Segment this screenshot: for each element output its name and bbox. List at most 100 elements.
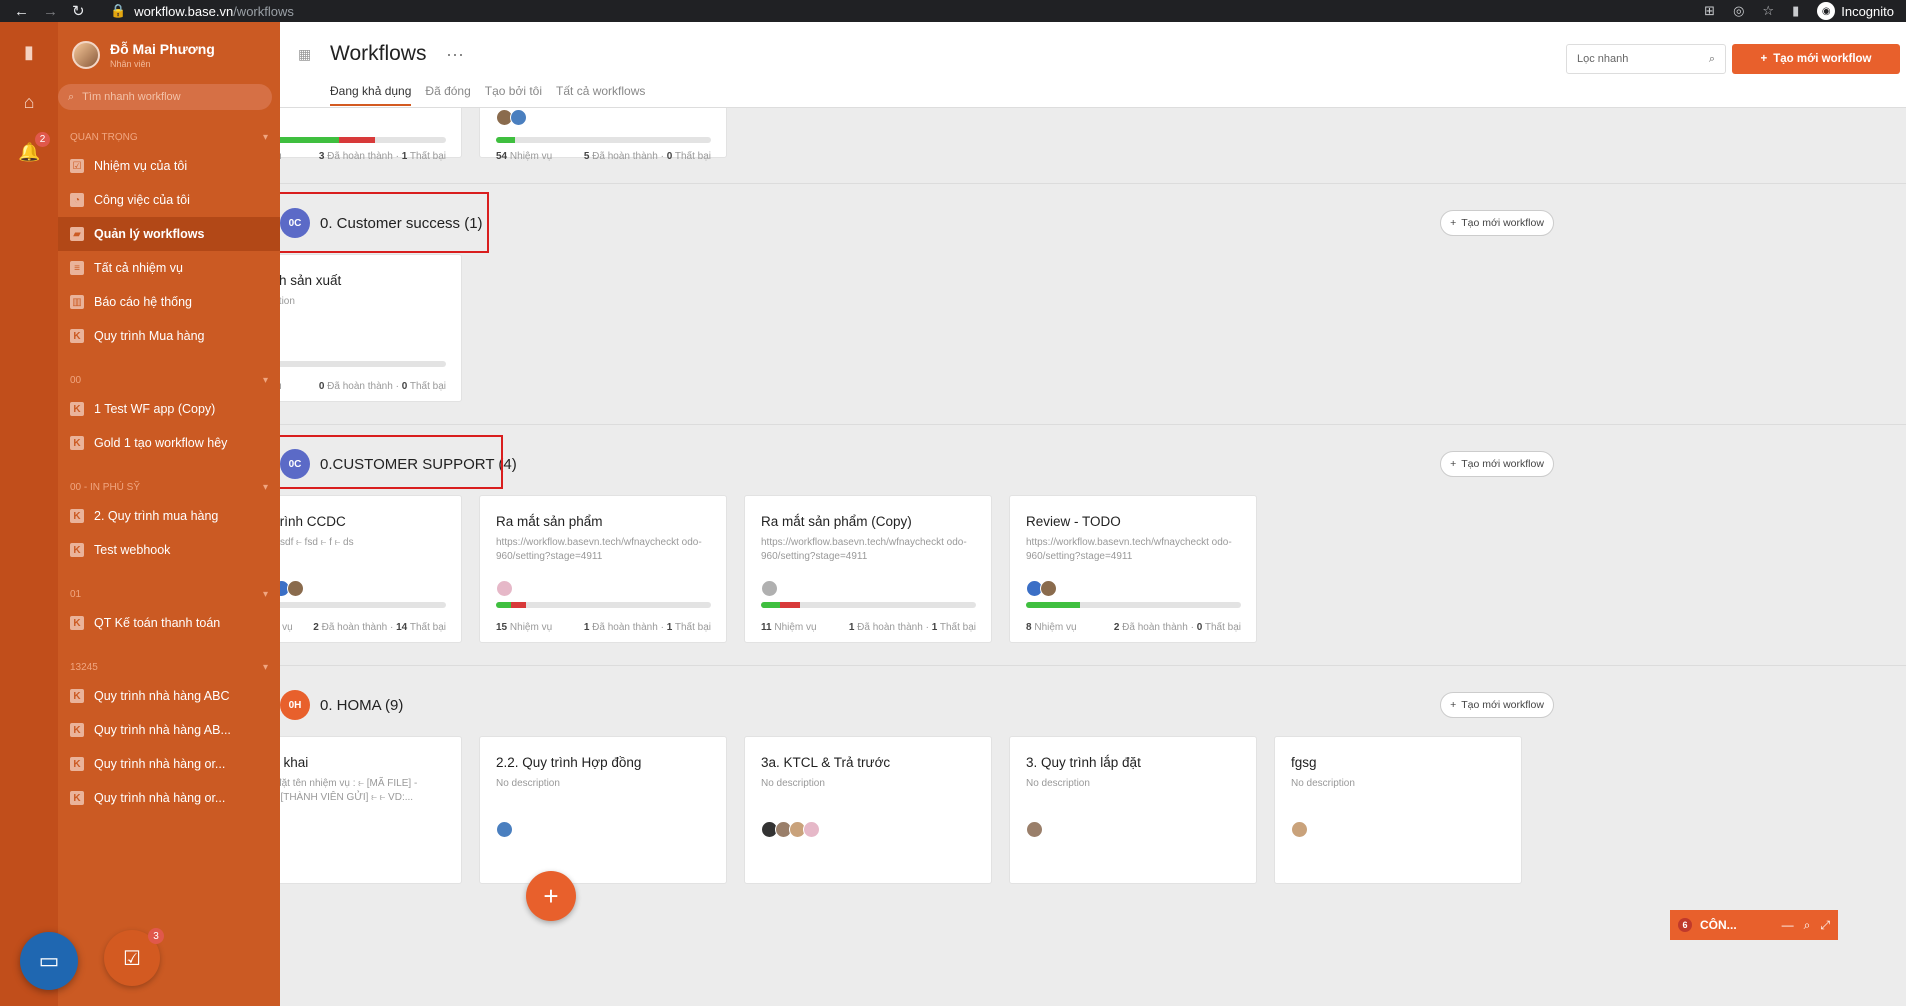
home-icon[interactable]: ⌂ — [18, 92, 40, 114]
sidebar-item[interactable]: K QT Kế toán thanh toán — [58, 606, 280, 640]
done-failed-count: 3 Đã hoàn thành · 1 Thất bại — [318, 151, 446, 162]
member-avatar — [287, 580, 304, 597]
sidebar-item[interactable]: K Quy trình nhà hàng AB... — [58, 713, 280, 747]
workflow-card-description: No description — [761, 778, 825, 789]
task-count: 54 Nhiệm vụ — [496, 151, 553, 162]
workflow-card[interactable]: 3a. KTCL & Trả trước No description — [744, 736, 992, 884]
plus-icon: + — [1760, 53, 1768, 65]
chat-button[interactable]: ▭ — [20, 932, 78, 990]
incognito-profile[interactable]: ◉ Incognito — [1817, 2, 1894, 20]
workflow-card[interactable]: 2.2. Quy trình Hợp đồng No description — [479, 736, 727, 884]
section-header[interactable]: ▼0H0. HOMA (9) — [280, 690, 403, 720]
workflow-card[interactable]: Ra mắt sản phẩm (Copy) https://workflow.b… — [744, 495, 992, 643]
workflow-card[interactable]: 3. Quy trình lắp đặt No description — [1009, 736, 1257, 884]
tab-available[interactable]: Đang khả dụng — [330, 84, 412, 106]
sidebar-item[interactable]: ☑ Nhiệm vụ của tôi — [58, 149, 280, 183]
create-workflow-button[interactable]: + Tạo mới workflow — [1732, 44, 1900, 74]
sidebar-item-label: Quy trình nhà hàng or... — [94, 791, 226, 805]
member-avatars — [761, 580, 778, 597]
menu-item-icon: ☑ — [70, 159, 84, 173]
sidebar-group-header[interactable]: 13245 ▾ — [58, 640, 280, 679]
section-create-workflow-button[interactable]: + Tạo mới workflow — [1440, 451, 1554, 477]
workflow-card-description: https://workflow.basevn.tech/wfnaycheckt… — [761, 537, 967, 562]
bell-icon[interactable]: 🔔 2 — [18, 132, 50, 164]
sidebar-item[interactable]: ▰ Quản lý workflows — [58, 217, 280, 251]
apps-grid-icon[interactable]: ▦ — [298, 46, 311, 63]
sidebar-item[interactable]: ≡ Tất cả nhiệm vụ — [58, 251, 280, 285]
app-rail: ▮ ⌂ 🔔 2 — [0, 22, 58, 1006]
tab-closed[interactable]: Đã đóng — [425, 84, 470, 106]
task-list-button[interactable]: ☑ 3 — [104, 928, 164, 986]
workflow-card[interactable]: fgsg No description — [1274, 736, 1522, 884]
sidebar-group-header[interactable]: 01 ▾ — [58, 567, 280, 606]
plus-icon: + — [1450, 217, 1457, 229]
section-create-workflow-button[interactable]: + Tạo mới workflow — [1440, 692, 1554, 718]
plus-icon: + — [1450, 699, 1457, 711]
workflow-card[interactable]: A. Quy trình CCDC abc ⥼ ndsasdf ⥼ fsd ⥼ f… — [280, 495, 462, 643]
sidebar-item[interactable]: K Quy trình nhà hàng or... — [58, 747, 280, 781]
user-profile[interactable]: Đỗ Mai Phương Nhân viên — [58, 22, 280, 74]
workflow-card-title: 3. Quy trình lắp đặt — [1026, 755, 1141, 770]
sidebar: Đỗ Mai Phương Nhân viên ⌕ Tìm nhanh work… — [58, 22, 280, 1006]
task-badge: 3 — [148, 928, 164, 944]
eye-off-icon[interactable]: ◎ — [1733, 3, 1744, 19]
section-create-workflow-button[interactable]: + Tạo mới workflow — [1440, 210, 1554, 236]
member-avatar — [496, 821, 513, 838]
sidebar-item[interactable]: K 1 Test WF app (Copy) — [58, 392, 280, 426]
sidebar-item[interactable]: K Gold 1 tạo workflow hêy — [58, 426, 280, 460]
sidebar-group-header[interactable]: 00 ▾ — [58, 353, 280, 392]
star-icon[interactable]: ☆ — [1762, 3, 1774, 19]
workflow-card[interactable]: 54 Nhiệm vụ 5 Đã hoàn thành · 0 Thất bại — [479, 108, 727, 162]
reload-icon[interactable]: ↻ — [72, 2, 85, 20]
side-panel-icon[interactable]: ▮ — [1792, 3, 1799, 19]
caret-down-icon: ▾ — [262, 589, 268, 600]
workflow-search-input[interactable]: ⌕ Tìm nhanh workflow — [58, 84, 272, 110]
workflow-stats: 11 Nhiệm vụ 1 Đã hoàn thành · 1 Thất bại — [761, 622, 976, 633]
workflow-icon: K — [70, 616, 84, 630]
member-avatars — [1026, 580, 1057, 597]
create-workflow-label: Tạo mới workflow — [1773, 53, 1872, 65]
sidebar-item[interactable]: ◔ Công việc của tôi — [58, 183, 280, 217]
sidebar-item[interactable]: ▥ Báo cáo hệ thống — [58, 285, 280, 319]
quick-filter-placeholder: Lọc nhanh — [1577, 53, 1629, 65]
sidebar-item[interactable]: K 2. Quy trình mua hàng — [58, 499, 280, 533]
minimized-chat[interactable]: 6 CÔN... — ⌕ ⤢ — [1670, 910, 1838, 940]
sidebar-item[interactable]: K Test webhook — [58, 533, 280, 567]
translate-icon[interactable]: ⊞ — [1704, 3, 1715, 19]
progress-bar — [496, 137, 711, 143]
done-failed-count: 5 Đã hoàn thành · 0 Thất bại — [583, 151, 711, 162]
tab-all-workflows[interactable]: Tất cả workflows — [556, 84, 645, 106]
forward-icon[interactable]: → — [43, 3, 58, 20]
sidebar-group-header[interactable]: 00 - IN PHÚ SỸ ▾ — [58, 460, 280, 499]
incognito-icon: ◉ — [1817, 2, 1836, 20]
address-bar[interactable]: 🔒 workflow.base.vn/workflows — [110, 3, 294, 19]
lock-icon: 🔒 — [110, 3, 127, 18]
user-role: Nhân viên — [110, 59, 151, 69]
tab-created-by-me[interactable]: Tạo bởi tôi — [485, 84, 542, 106]
quick-filter-input[interactable]: Lọc nhanh ⌕ — [1566, 44, 1726, 74]
member-avatars — [761, 821, 820, 838]
member-avatar — [803, 821, 820, 838]
search-icon[interactable]: ⌕ — [1804, 918, 1811, 933]
browser-nav: ← → ↻ — [0, 2, 110, 21]
minimize-icon[interactable]: — — [1782, 918, 1794, 933]
workflow-card[interactable]: 1.3 triển khai Quy cách đặt tên nhiệm vụ … — [280, 736, 462, 884]
workflow-card[interactable]: Ra mắt sản phẩm https://workflow.basevn.t… — [479, 495, 727, 643]
add-fab-button[interactable]: + — [526, 871, 576, 921]
sidebar-group-header[interactable]: QUAN TRỌNG ▾ — [58, 110, 280, 149]
logo-icon[interactable]: ▮ — [18, 42, 40, 64]
section-create-label: Tạo mới workflow — [1461, 458, 1544, 470]
back-icon[interactable]: ← — [14, 3, 29, 20]
workflow-card[interactable]: Review - TODO https://workflow.basevn.tec… — [1009, 495, 1257, 643]
sidebar-item[interactable]: K Quy trình nhà hàng ABC — [58, 679, 280, 713]
url-path: /workflows — [233, 3, 294, 19]
workflow-card[interactable]: 6 Nhiệm vụ 3 Đã hoàn thành · 1 Thất bại — [280, 108, 462, 162]
section-create-label: Tạo mới workflow — [1461, 217, 1544, 229]
workflow-card[interactable]: Quy trình sản xuất No description 0 Nhiệm … — [280, 254, 462, 402]
sidebar-item[interactable]: K Quy trình nhà hàng or... — [58, 781, 280, 815]
sidebar-item[interactable]: K Quy trình Mua hàng — [58, 319, 280, 353]
section-create-label: Tạo mới workflow — [1461, 699, 1544, 711]
workflow-card-description: abc ⥼ ndsasdf ⥼ fsd ⥼ f ⥼ ds — [280, 537, 354, 548]
more-options-icon[interactable]: ··· — [446, 44, 464, 65]
expand-icon[interactable]: ⤢ — [1820, 918, 1830, 933]
